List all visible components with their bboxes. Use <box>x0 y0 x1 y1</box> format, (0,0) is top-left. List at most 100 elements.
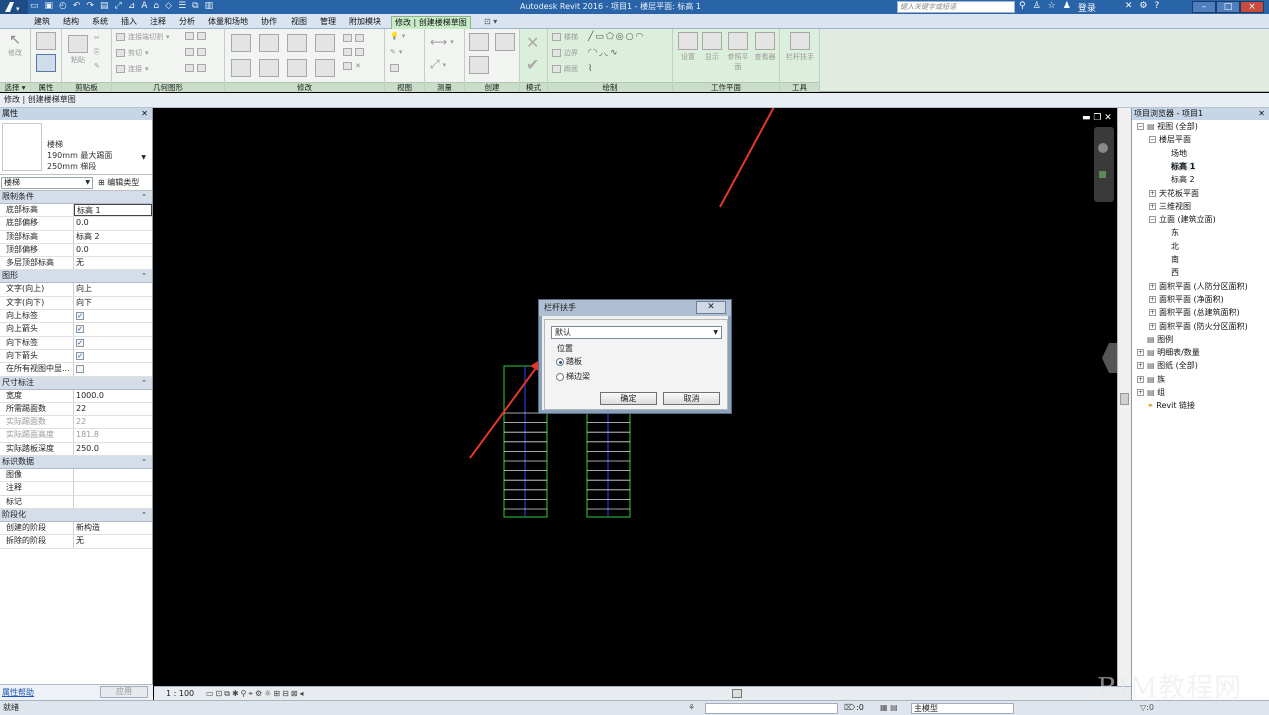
tab-manage[interactable]: 管理 <box>320 16 336 29</box>
set-work-plane-button[interactable]: 设置 <box>677 32 699 62</box>
view-scale[interactable]: 1 : 100 <box>166 687 194 700</box>
view-control-icons[interactable]: ▭⊡⧉✱⚲⌖⚙☼⊞⊟⊠◂ <box>206 687 306 700</box>
cancel-edit-icon[interactable]: ✕ <box>526 33 539 52</box>
subscription-icon[interactable]: ♙ <box>1033 1 1041 14</box>
property-value[interactable]: 新构造 <box>74 522 152 534</box>
browser-node[interactable]: ▤ 图例 <box>1147 335 1173 345</box>
radio-tread[interactable]: 踏板 <box>556 356 582 367</box>
tab-collaborate[interactable]: 协作 <box>261 16 277 29</box>
h-scroll-thumb[interactable] <box>732 689 742 698</box>
redo-icon[interactable]: ↷ <box>86 1 94 13</box>
tab-architecture[interactable]: 建筑 <box>34 16 50 29</box>
type-properties-button[interactable] <box>36 32 56 52</box>
maximize-button[interactable]: □ <box>1216 1 1240 13</box>
match-button[interactable]: ✎ <box>94 62 100 70</box>
user-icon[interactable]: ♟ <box>1063 1 1071 14</box>
tab-systems[interactable]: 系统 <box>92 16 108 29</box>
type-selector[interactable]: 楼梯 190mm 最大踢面 250mm 梯段 ▼ <box>0 120 152 175</box>
measure-button[interactable]: ⟷ ▾ <box>430 35 454 49</box>
property-value[interactable]: ✓ <box>74 350 152 362</box>
search-input[interactable]: 键入关键字或短语 <box>897 1 1015 13</box>
boundary-button[interactable]: 边界 <box>552 48 578 58</box>
override-button[interactable]: ✎ ▾ <box>390 48 402 56</box>
sync-icon[interactable]: ◴ <box>59 1 67 13</box>
property-group-header[interactable]: 图形 ⌃ <box>0 270 152 284</box>
property-value[interactable]: ✓ <box>74 323 152 335</box>
panel-label-select[interactable]: 选择 ▾ <box>0 82 30 92</box>
scroll-thumb[interactable] <box>1120 393 1129 405</box>
binoculars-icon[interactable]: ⚲ <box>1019 1 1026 14</box>
open-icon[interactable]: ▭ <box>30 1 39 13</box>
property-value[interactable]: 标高 2 <box>74 231 152 243</box>
hide-button[interactable]: 💡 ▾ <box>390 32 405 40</box>
browser-node[interactable]: + 天花板平面 <box>1149 189 1199 199</box>
aligned-dimension-button[interactable]: ⤢ ▾ <box>430 57 446 72</box>
paste-button[interactable]: 粘贴 <box>66 35 90 65</box>
tab-view[interactable]: 视图 <box>291 16 307 29</box>
properties-help-link[interactable]: 属性帮助 <box>2 687 34 698</box>
favorites-icon[interactable]: ☆ <box>1048 1 1056 14</box>
browser-node[interactable]: + 面积平面 (防火分区面积) <box>1149 322 1248 332</box>
apply-button[interactable]: 应用 <box>100 686 148 698</box>
section-icon[interactable]: ◇ <box>165 1 172 13</box>
railing-type-select[interactable]: 默认 ▼ <box>551 326 722 339</box>
tab-insert[interactable]: 插入 <box>121 16 137 29</box>
properties-button[interactable] <box>36 54 56 74</box>
vertical-scrollbar[interactable] <box>1117 108 1131 686</box>
property-value[interactable]: 22 <box>74 416 152 428</box>
browser-node[interactable]: + ▤ 明细表/数量 <box>1137 348 1200 358</box>
cancel-button[interactable]: 取消 <box>663 392 720 405</box>
ribbon-minimize-icon[interactable]: ⊡ ▾ <box>484 16 497 29</box>
browser-node[interactable]: ⚭ Revit 链接 <box>1147 401 1195 411</box>
tab-massing-site[interactable]: 体量和场地 <box>208 16 248 29</box>
browser-node[interactable]: − 立面 (建筑立面) <box>1149 215 1216 225</box>
minimize-button[interactable]: – <box>1192 1 1216 13</box>
tab-addins[interactable]: 附加模块 <box>349 16 381 29</box>
thin-lines-icon[interactable]: ☰ <box>178 1 186 13</box>
property-value[interactable]: 向下 <box>74 297 152 309</box>
property-value[interactable]: 0.0 <box>74 244 152 256</box>
help-icon[interactable]: ? <box>1154 1 1159 14</box>
tag-icon[interactable]: A <box>141 1 147 13</box>
close-button[interactable]: × <box>1240 1 1264 13</box>
browser-node[interactable]: 标高 2 <box>1171 175 1195 185</box>
browser-node[interactable]: + 面积平面 (总建筑面积) <box>1149 308 1240 318</box>
linework-button[interactable] <box>390 64 399 72</box>
close-hidden-icon[interactable]: ⧉ <box>192 1 198 13</box>
property-group-header[interactable]: 阶段化 ⌃ <box>0 508 152 522</box>
riser-button[interactable]: 踢面 <box>552 64 578 74</box>
property-group-header[interactable]: 标识数据 ⌃ <box>0 456 152 470</box>
dialog-close-button[interactable]: ✕ <box>696 301 726 314</box>
property-value[interactable] <box>74 482 152 494</box>
browser-node[interactable]: 场地 <box>1171 149 1187 159</box>
copy-button[interactable]: ⎘ <box>94 48 100 57</box>
design-options-icon[interactable]: ▦ ▤ <box>880 701 898 715</box>
print-icon[interactable]: ▤ <box>100 1 109 13</box>
property-value[interactable]: 250.0 <box>74 443 152 455</box>
editable-only-icon[interactable]: ⌦ <box>844 701 855 715</box>
login-link[interactable]: 登录 <box>1078 1 1096 14</box>
property-value[interactable] <box>74 469 152 481</box>
browser-node[interactable]: 南 <box>1171 255 1179 265</box>
browser-node[interactable]: 北 <box>1171 242 1179 252</box>
save-icon[interactable]: ▣ <box>45 1 54 13</box>
close-icon[interactable]: ✕ <box>1258 108 1265 120</box>
undo-icon[interactable]: ↶ <box>73 1 81 13</box>
tab-annotate[interactable]: 注释 <box>150 16 166 29</box>
cope-button[interactable]: 连接端切割 ▾ <box>116 32 170 42</box>
radio-stringer[interactable]: 梯边梁 <box>556 371 590 382</box>
dimension-icon[interactable]: ⊿ <box>128 1 136 13</box>
property-value[interactable]: 无 <box>74 257 152 269</box>
main-model-select[interactable]: 主模型 <box>911 703 1014 714</box>
browser-node[interactable]: + ▤ 族 <box>1137 375 1165 385</box>
switch-windows-icon[interactable]: ▥ <box>205 1 214 13</box>
run-button[interactable]: 楼梯 <box>552 32 578 42</box>
browser-node[interactable]: − 楼层平面 <box>1149 135 1191 145</box>
chevron-down-icon[interactable]: ▼ <box>141 154 146 161</box>
join-button[interactable]: 连接 ▾ <box>116 64 149 74</box>
viewer-button[interactable]: 查看器 <box>753 32 777 62</box>
property-value[interactable]: 标高 1 <box>74 204 152 217</box>
browser-node[interactable]: + 三维视图 <box>1149 202 1191 212</box>
property-value[interactable]: 向上 <box>74 283 152 295</box>
browser-node[interactable]: + 面积平面 (净面积) <box>1149 295 1224 305</box>
